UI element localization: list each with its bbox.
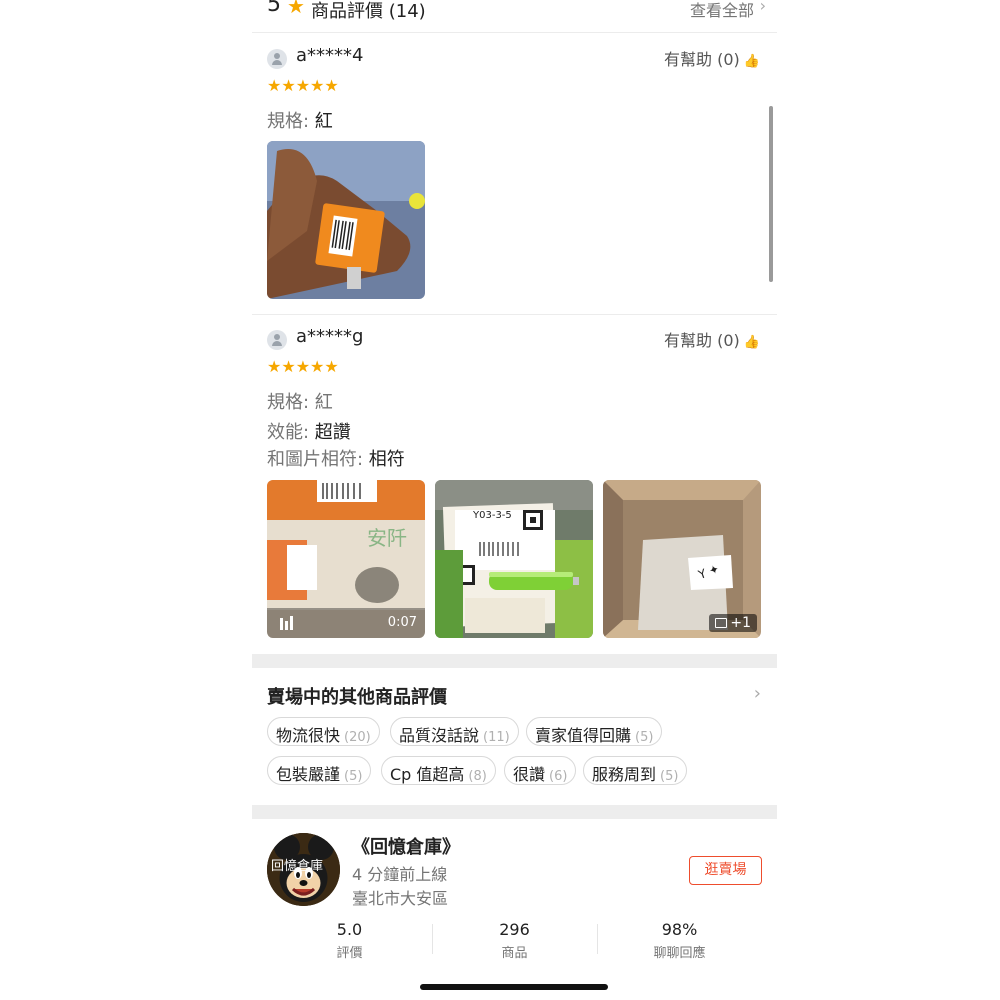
spec-value: 相符: [368, 449, 405, 470]
visit-shop-button[interactable]: 逛賣場: [689, 856, 762, 885]
helpful-label: 有幫助 (0): [664, 50, 740, 69]
image-icon: [715, 618, 728, 628]
more-photos-badge: +1: [709, 614, 757, 632]
stat-label: 評價: [336, 946, 363, 960]
review-tag-chip[interactable]: 服務周到 (5): [583, 756, 688, 785]
other-reviews-title[interactable]: 賣場中的其他商品評價: [267, 683, 447, 709]
review-stars: ★★★★★: [267, 76, 339, 95]
home-indicator[interactable]: [420, 984, 608, 990]
chip-count: (11): [483, 730, 510, 745]
scrollbar[interactable]: [769, 106, 773, 282]
chip-label: 賣家值得回購: [535, 726, 632, 745]
rating-header[interactable]: 5 ★ 商品評價 (14) 查看全部 ›: [267, 0, 766, 32]
review-tag-chip[interactable]: 很讚 (6): [504, 756, 577, 785]
spec-value: 超讚: [314, 422, 351, 443]
more-photos-count: +1: [730, 615, 751, 631]
chip-count: (8): [468, 769, 487, 784]
helpful-button[interactable]: 有幫助 (0) 👍: [664, 46, 760, 70]
chevron-right-icon: ›: [759, 0, 766, 15]
shop-location: 臺北市大安區: [352, 889, 449, 908]
star-icon: ★: [287, 0, 305, 18]
chip-label: Cp 值超高: [390, 765, 465, 784]
helpful-button[interactable]: 有幫助 (0) 👍: [664, 327, 760, 351]
chip-label: 服務周到: [592, 765, 657, 784]
view-all-link[interactable]: 查看全部: [690, 0, 754, 21]
stat-label: 商品: [501, 946, 528, 960]
product-reviews-page: 5 ★ 商品評價 (14) 查看全部 › a*****4 有幫助 (0) 👍 ★★…: [252, 0, 777, 1000]
stat-label: 聊聊回應: [653, 946, 706, 960]
chip-label: 包裝嚴謹: [276, 765, 341, 784]
chip-label: 物流很快: [276, 726, 341, 745]
review-spec: 規格: 紅: [267, 388, 333, 414]
stat-value: 296: [499, 920, 530, 939]
review-tag-chip[interactable]: 包裝嚴謹 (5): [267, 756, 372, 785]
chip-count: (5): [344, 769, 363, 784]
review-spec: 和圖片相符: 相符: [267, 445, 405, 471]
review-tag-chip[interactable]: 賣家值得回購 (5): [526, 717, 663, 746]
helpful-label: 有幫助 (0): [664, 331, 740, 350]
review-photo[interactable]: Y ✦ +1: [603, 480, 761, 638]
section-separator: [252, 805, 777, 819]
svg-text:Y03-3-5: Y03-3-5: [472, 510, 512, 521]
review-username: a*****g: [296, 326, 364, 347]
review-item: a*****g 有幫助 (0) 👍 ★★★★★ 規格: 紅 效能: 超讚 和圖片相…: [267, 326, 762, 640]
spec-label: 和圖片相符:: [267, 449, 369, 470]
spec-value: 紅: [314, 392, 333, 413]
spec-label: 效能:: [267, 422, 315, 443]
spec-value: 紅: [314, 111, 333, 132]
thumbs-up-icon: 👍: [743, 54, 760, 69]
stat-value: 5.0: [336, 920, 363, 939]
spec-label: 規格:: [267, 392, 315, 413]
review-item: a*****4 有幫助 (0) 👍 ★★★★★ 規格: 紅: [267, 45, 762, 301]
shop-name[interactable]: 《回憶倉庫》: [352, 833, 460, 859]
user-avatar-icon: [267, 330, 287, 350]
shop-stats: 5.0 評價 296 商品 98% 聊聊回應: [267, 920, 762, 960]
chevron-right-icon[interactable]: ›: [754, 683, 761, 704]
rating-title: 商品評價 (14): [311, 1, 426, 22]
shop-stat-rating: 5.0 評價: [267, 920, 432, 960]
rating-score: 5: [267, 0, 281, 17]
review-tag-chip[interactable]: Cp 值超高 (8): [381, 756, 496, 785]
video-duration: 0:07: [387, 615, 417, 630]
review-photo[interactable]: [267, 141, 425, 299]
thumbs-up-icon: 👍: [743, 335, 760, 350]
review-username: a*****4: [296, 45, 364, 66]
shop-avatar-text: 回憶倉庫: [271, 859, 324, 874]
review-spec: 效能: 超讚: [267, 418, 351, 444]
chip-count: (6): [549, 769, 568, 784]
review-video[interactable]: 安阡 0:07: [267, 480, 425, 638]
spec-label: 規格:: [267, 111, 315, 132]
svg-text:安阡: 安阡: [367, 526, 407, 550]
review-photo[interactable]: Y03-3-5: [435, 480, 593, 638]
review-spec: 規格: 紅: [267, 107, 333, 133]
stat-value: 98%: [661, 920, 698, 939]
section-separator: [252, 654, 777, 668]
shop-stat-response: 98% 聊聊回應: [597, 920, 762, 960]
divider: [252, 32, 777, 33]
shop-stat-products: 296 商品: [432, 920, 597, 960]
shop-avatar[interactable]: 回憶倉庫: [267, 833, 340, 906]
review-tag-chip[interactable]: 品質沒話說 (11): [390, 717, 519, 746]
chip-label: 很讚: [513, 765, 546, 784]
chip-count: (5): [660, 769, 679, 784]
shop-online-status: 4 分鐘前上線: [352, 865, 448, 884]
user-avatar-icon: [267, 49, 287, 69]
review-tag-chip[interactable]: 物流很快 (20): [267, 717, 380, 746]
divider: [252, 314, 777, 315]
chip-label: 品質沒話說: [399, 726, 480, 745]
review-stars: ★★★★★: [267, 357, 339, 376]
chip-count: (20): [344, 730, 371, 745]
chip-count: (5): [635, 730, 654, 745]
